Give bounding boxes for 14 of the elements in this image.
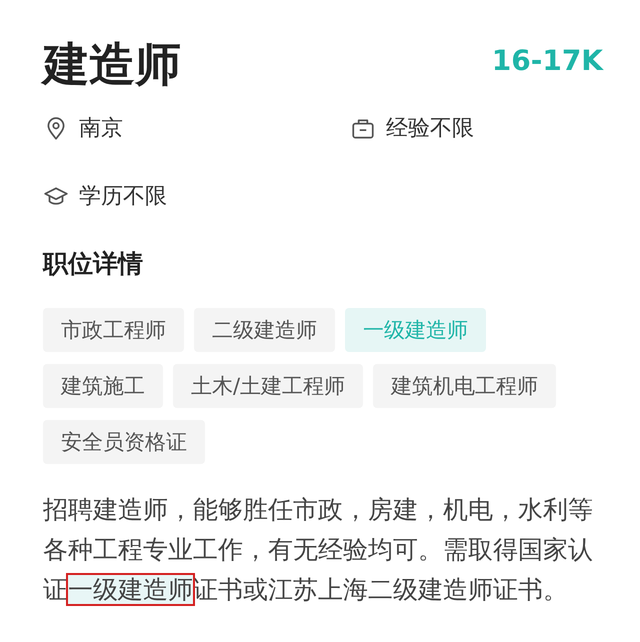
salary: 16-17K: [492, 44, 603, 77]
location-text: 南京: [79, 115, 123, 143]
skill-tag[interactable]: 建筑机电工程师: [373, 364, 556, 408]
job-title: 建造师: [43, 32, 181, 96]
skill-tag[interactable]: 市政工程师: [43, 308, 184, 352]
education-text: 学历不限: [79, 183, 167, 211]
skill-tag[interactable]: 安全员资格证: [43, 420, 205, 464]
section-title: 职位详情: [43, 248, 144, 280]
skill-tag[interactable]: 二级建造师: [194, 308, 335, 352]
experience-text: 经验不限: [386, 115, 474, 143]
skill-tag[interactable]: 建筑施工: [43, 364, 163, 408]
skill-tag[interactable]: 土木/土建工程师: [173, 364, 364, 408]
job-description: 招聘建造师，能够胜任市政，房建，机电，水利等 各种工程专业工作，有无经验均可。需取得国家认 证一级建造师证书或江苏上海二级建造师证书。: [43, 494, 594, 606]
highlight-box: 一级建造师: [68, 575, 193, 604]
